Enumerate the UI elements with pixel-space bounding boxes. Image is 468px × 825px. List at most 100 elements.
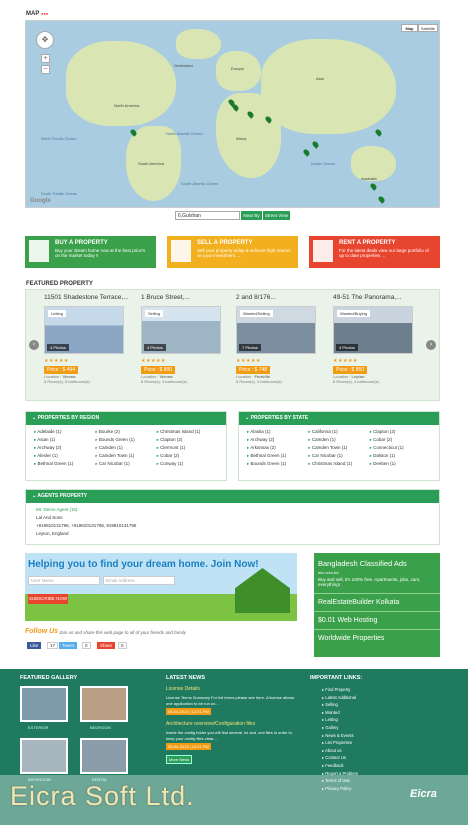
map-marker-icon[interactable] — [302, 148, 311, 157]
zoom-out-button[interactable]: − — [41, 65, 50, 74]
map-marker-icon[interactable] — [377, 195, 386, 204]
satellite-type-button[interactable]: Satellite — [418, 24, 438, 32]
gallery-caption: BEDROOM — [90, 725, 111, 730]
carousel-prev-icon[interactable]: ‹ — [29, 340, 39, 350]
state-link[interactable]: Camden Town (1) — [308, 445, 369, 451]
house-icon — [29, 240, 49, 262]
map-search-input[interactable]: 6,Gulshan — [175, 211, 240, 220]
state-link[interactable]: Bethnal Green (1) — [247, 453, 308, 459]
map-label: Europe — [231, 66, 244, 71]
facebook-like-button[interactable]: Like — [27, 642, 42, 649]
footer-link[interactable]: Contact Us — [322, 754, 358, 762]
state-link[interactable]: Alaska (1) — [247, 429, 308, 435]
region-link[interactable]: Conway (1) — [157, 461, 218, 467]
agent-name-link[interactable]: Mr. Demo Agent (15) — [36, 506, 429, 514]
rent-property-box[interactable]: RENT A PROPERTY For the latest deals view… — [309, 236, 440, 268]
ad-link[interactable]: $0.01 Web Hosting — [314, 611, 440, 629]
world-map[interactable]: Greenland North America North Pacific Oc… — [25, 20, 440, 208]
region-title: PROPERTIES BY REGION — [37, 415, 100, 421]
state-link[interactable]: Arkansas (2) — [247, 445, 308, 451]
footer-link[interactable]: Selling — [322, 701, 358, 709]
region-link[interactable]: Archway (2) — [34, 445, 95, 451]
buy-title: BUY A PROPERTY — [55, 240, 108, 246]
state-link[interactable]: Christmas Island (1) — [308, 461, 369, 467]
state-link[interactable]: Clapton (2) — [370, 429, 431, 435]
gallery-thumb[interactable] — [20, 738, 68, 774]
property-card[interactable]: 49-51 The Panorama,... Wanted/Buying 4 Pho… — [333, 294, 413, 384]
more-news-button[interactable]: More News — [166, 755, 193, 764]
region-link[interactable]: Christmas Island (1) — [157, 429, 218, 435]
email-input[interactable]: Email Address — [103, 576, 175, 585]
pan-control-icon[interactable]: ✥ — [36, 31, 54, 49]
property-image[interactable]: Selling 4 Photos — [141, 306, 221, 354]
region-link[interactable]: Bourke (2) — [95, 429, 156, 435]
card-title[interactable]: 2 and 8/176... — [236, 294, 316, 301]
agents-panel: ⌄ AGENTS PROPERTY Mr. Demo Agent (15) La… — [25, 489, 440, 545]
property-image[interactable]: Wanted/Buying 4 Photos — [333, 306, 413, 354]
news-heading[interactable]: Architecture overview/Configuration file… — [166, 721, 296, 727]
property-card[interactable]: 11501 Shadestone Terrace,... Letting 4 Pho… — [44, 294, 129, 384]
footer-link[interactable]: Letting — [322, 716, 358, 724]
state-link[interactable]: Camden (1) — [308, 437, 369, 443]
region-link[interactable]: Clapton (2) — [157, 437, 218, 443]
ad-link[interactable]: Worldwide Properties — [314, 629, 440, 647]
footer-link[interactable]: News & Events — [322, 732, 358, 740]
property-card[interactable]: 1 Bruce Street,... Selling 4 Photos ★★★★★ Pr… — [141, 294, 221, 384]
username-input[interactable]: User Name — [28, 576, 100, 585]
carousel-next-icon[interactable]: › — [426, 340, 436, 350]
ad-title[interactable]: Bangladesh Classified Ads — [314, 553, 440, 568]
map-type-button[interactable]: Map — [401, 24, 418, 32]
footer-link[interactable]: Gallery — [322, 724, 358, 732]
footer-link[interactable]: Feedback — [322, 762, 358, 770]
state-link[interactable]: Dalston (1) — [370, 453, 431, 459]
map-marker-icon[interactable] — [311, 140, 320, 149]
footer-link[interactable]: Latest Additional — [322, 694, 358, 702]
tweet-button[interactable]: Tweet — [59, 642, 78, 649]
region-link[interactable]: Adelaide (1) — [34, 429, 95, 435]
property-image[interactable]: Letting 4 Photos — [44, 306, 124, 354]
near-by-button[interactable]: Near By — [241, 211, 262, 220]
card-title[interactable]: 11501 Shadestone Terrace,... — [44, 294, 129, 301]
gallery-thumb[interactable] — [80, 686, 128, 722]
footer-link[interactable]: List Properties — [322, 739, 358, 747]
news-heading[interactable]: License Details — [166, 686, 296, 692]
state-link[interactable]: Car Nicobar (1) — [308, 453, 369, 459]
news-date: 05-04-2013 | 12:21 PM — [166, 708, 211, 715]
region-link[interactable]: Bethnal Green (1) — [34, 461, 95, 467]
property-image[interactable]: Wanted/Selling 7 Photos — [236, 306, 316, 354]
card-title[interactable]: 49-51 The Panorama,... — [333, 294, 413, 301]
footer-link[interactable]: Find Property — [322, 686, 358, 694]
state-link[interactable]: Bounds Green (1) — [247, 461, 308, 467]
classified-ad[interactable]: Bangladesh Classified Ads ekc.com.bd Buy… — [314, 553, 440, 657]
ad-link[interactable]: RealEstateBuilder Kolkata — [314, 593, 440, 611]
footer-link[interactable]: Wanted — [322, 709, 358, 717]
share-button[interactable]: Share — [97, 642, 116, 649]
region-link[interactable]: Alexler (1) — [34, 453, 95, 459]
card-title[interactable]: 1 Bruce Street,... — [141, 294, 221, 301]
map-marker-icon[interactable] — [369, 182, 378, 191]
zoom-in-button[interactable]: + — [41, 54, 50, 63]
region-link[interactable]: Clermont (1) — [157, 445, 218, 451]
street-view-button[interactable]: Street View — [263, 211, 290, 220]
region-link[interactable]: Bounds Green (1) — [95, 437, 156, 443]
footer-link[interactable]: About us — [322, 747, 358, 755]
state-link[interactable]: California (1) — [308, 429, 369, 435]
state-link[interactable]: Deeben (1) — [370, 461, 431, 467]
gallery-thumb[interactable] — [80, 738, 128, 774]
region-link[interactable]: Car Nicobar (1) — [95, 461, 156, 467]
property-card[interactable]: 2 and 8/176... Wanted/Selling 7 Photos ★★★★… — [236, 294, 316, 384]
gallery-thumb[interactable] — [20, 686, 68, 722]
map-marker-icon[interactable] — [374, 128, 383, 137]
agents-title: AGENTS PROPERTY — [37, 493, 88, 499]
region-link[interactable]: Cobar (2) — [157, 453, 218, 459]
sell-property-box[interactable]: SELL A PROPERTY Sell your property today … — [167, 236, 298, 268]
state-link[interactable]: Cobar (2) — [370, 437, 431, 443]
buy-property-box[interactable]: BUY A PROPERTY Buy your dream home now at… — [25, 236, 156, 268]
region-link[interactable]: Camden Town (1) — [95, 453, 156, 459]
state-link[interactable]: Connecticut (1) — [370, 445, 431, 451]
region-link[interactable]: Camden (1) — [95, 445, 156, 451]
region-link[interactable]: Asian (1) — [34, 437, 95, 443]
state-link[interactable]: Archway (2) — [247, 437, 308, 443]
region-panel: ⌄ PROPERTIES BY REGION Adelaide (1)Bourk… — [25, 411, 227, 481]
subscribe-button[interactable]: SUBSCRIBE NOW — [28, 594, 68, 604]
